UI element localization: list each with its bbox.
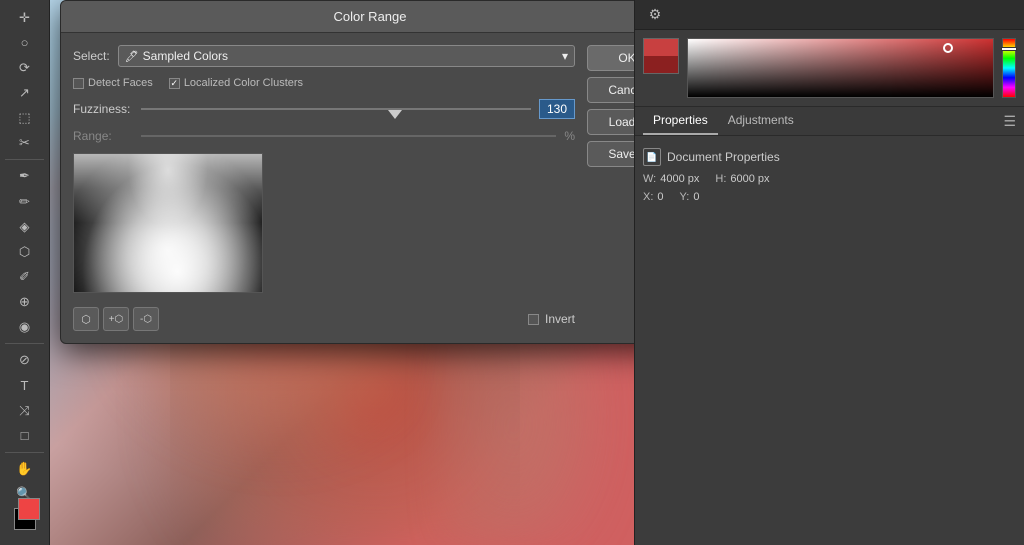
doc-properties-row: 📄 Document Properties	[643, 144, 1016, 170]
foreground-color-swatch[interactable]	[18, 498, 40, 520]
color-preview-bottom	[644, 56, 678, 73]
x-label: X:	[643, 191, 653, 203]
x-value: 0	[657, 191, 663, 203]
bottom-tools: ⬡ +⬡ -⬡ Invert	[73, 303, 575, 331]
detect-faces-option[interactable]: Detect Faces	[73, 77, 153, 89]
document-icon: 📄	[643, 148, 661, 166]
localized-clusters-option[interactable]: Localized Color Clusters	[169, 77, 303, 89]
tool-type[interactable]: T	[11, 374, 39, 397]
eyedropper-add-button[interactable]: +⬡	[103, 307, 129, 331]
color-picker-section	[635, 30, 1024, 107]
fuzziness-thumb	[388, 110, 402, 119]
hue-marker	[1001, 47, 1017, 51]
y-label: Y:	[680, 191, 690, 203]
invert-row: Invert	[528, 312, 575, 326]
tool-blur[interactable]: ◉	[11, 315, 39, 338]
cancel-button[interactable]: Cancel	[587, 77, 634, 103]
toolbar-separator-3	[5, 452, 44, 453]
h-label: H:	[715, 173, 726, 185]
select-label: Select:	[73, 49, 110, 63]
properties-tabs: Properties Adjustments ☰	[635, 107, 1024, 136]
fuzziness-slider[interactable]	[141, 99, 531, 119]
width-field: W: 4000 px	[643, 173, 699, 185]
tool-marquee[interactable]: ○	[11, 31, 39, 54]
canvas-area: Color Range Select: 🖊 Sampled Colors ▾	[50, 0, 634, 545]
color-cursor	[943, 43, 953, 53]
toolbar-left: ✛ ○ ⟳ ↗ ⬚ ✂ ✒ ✏ ◈ ⬡ ✐ ⊕ ◉ ⊘ T ⤨ □ ✋ 🔍	[0, 0, 50, 545]
dialog-body: Select: 🖊 Sampled Colors ▾ Detect Faces	[61, 33, 634, 343]
tool-lasso[interactable]: ⟳	[11, 56, 39, 79]
w-label: W:	[643, 173, 656, 185]
x-field: X: 0	[643, 191, 664, 203]
eyedropper-sample-button[interactable]: ⬡	[73, 307, 99, 331]
ok-button[interactable]: OK	[587, 45, 634, 71]
color-range-dialog: Color Range Select: 🖊 Sampled Colors ▾	[60, 0, 634, 344]
fuzziness-value[interactable]: 130	[539, 99, 575, 119]
tab-properties[interactable]: Properties	[643, 107, 718, 135]
top-bar: ⚙	[635, 0, 1024, 30]
dialog-buttons: OK Cancel Load... Save...	[587, 45, 634, 331]
detect-faces-label: Detect Faces	[88, 77, 153, 89]
detect-faces-checkbox[interactable]	[73, 78, 84, 89]
options-row: Detect Faces Localized Color Clusters	[73, 77, 575, 89]
localized-clusters-checkbox[interactable]	[169, 78, 180, 89]
color-gradient[interactable]	[687, 38, 994, 98]
tool-stamp[interactable]: ◈	[11, 215, 39, 238]
hue-strip[interactable]	[1002, 38, 1016, 98]
tool-select[interactable]: ↗	[11, 81, 39, 104]
fuzziness-row: Fuzziness: 130	[73, 99, 575, 119]
range-row: Range: %	[73, 129, 575, 143]
save-button[interactable]: Save...	[587, 141, 634, 167]
chevron-down-icon: ▾	[562, 49, 568, 63]
doc-properties-label: Document Properties	[667, 150, 780, 164]
tool-brush[interactable]: ✏	[11, 190, 39, 213]
h-value: 6000 px	[730, 173, 769, 185]
tool-spot-heal[interactable]: ✒	[11, 165, 39, 188]
invert-checkbox[interactable]	[528, 314, 539, 325]
y-value: 0	[693, 191, 699, 203]
tool-shape[interactable]: □	[11, 424, 39, 447]
height-field: H: 6000 px	[715, 173, 769, 185]
dimensions-row: W: 4000 px H: 6000 px	[643, 170, 1016, 188]
eyedropper-subtract-button[interactable]: -⬡	[133, 307, 159, 331]
range-label: Range:	[73, 129, 133, 143]
tool-pen[interactable]: ⊘	[11, 349, 39, 372]
tab-adjustments[interactable]: Adjustments	[718, 107, 804, 135]
localized-clusters-label: Localized Color Clusters	[184, 77, 303, 89]
panel-menu-icon[interactable]: ☰	[1003, 107, 1016, 135]
range-percent: %	[564, 129, 575, 143]
y-field: Y: 0	[680, 191, 700, 203]
settings-icon[interactable]: ⚙	[643, 3, 667, 27]
right-panel: ⚙ Properties Adjustments ☰ 📄 Document Pr…	[634, 0, 1024, 545]
color-preview-top	[644, 39, 678, 56]
select-row: Select: 🖊 Sampled Colors ▾	[73, 45, 575, 67]
invert-label: Invert	[545, 312, 575, 326]
position-row: X: 0 Y: 0	[643, 188, 1016, 206]
preview-image	[73, 153, 263, 293]
properties-content: 📄 Document Properties W: 4000 px H: 6000…	[635, 136, 1024, 214]
load-button[interactable]: Load...	[587, 109, 634, 135]
color-preview[interactable]	[643, 38, 679, 74]
tool-eraser[interactable]: ✐	[11, 265, 39, 288]
tool-history[interactable]: ⬡	[11, 240, 39, 263]
tool-gradient[interactable]: ⊕	[11, 290, 39, 313]
tool-eyedropper[interactable]: ✂	[11, 131, 39, 154]
select-value: Sampled Colors	[143, 49, 228, 63]
range-slider[interactable]	[141, 135, 556, 137]
toolbar-separator-2	[5, 343, 44, 344]
dialog-title: Color Range	[61, 1, 634, 33]
fuzziness-label: Fuzziness:	[73, 102, 133, 116]
select-dropdown[interactable]: 🖊 Sampled Colors ▾	[118, 45, 575, 67]
dialog-title-text: Color Range	[334, 9, 407, 24]
color-swatches[interactable]	[8, 508, 42, 539]
toolbar-separator-1	[5, 159, 44, 160]
tool-crop[interactable]: ⬚	[11, 106, 39, 129]
tool-move[interactable]: ✛	[11, 6, 39, 29]
dialog-main: Select: 🖊 Sampled Colors ▾ Detect Faces	[73, 45, 575, 331]
tool-hand[interactable]: ✋	[11, 458, 39, 481]
w-value: 4000 px	[660, 173, 699, 185]
tool-path[interactable]: ⤨	[11, 399, 39, 422]
eyedrop-row: ⬡ +⬡ -⬡	[73, 307, 159, 331]
